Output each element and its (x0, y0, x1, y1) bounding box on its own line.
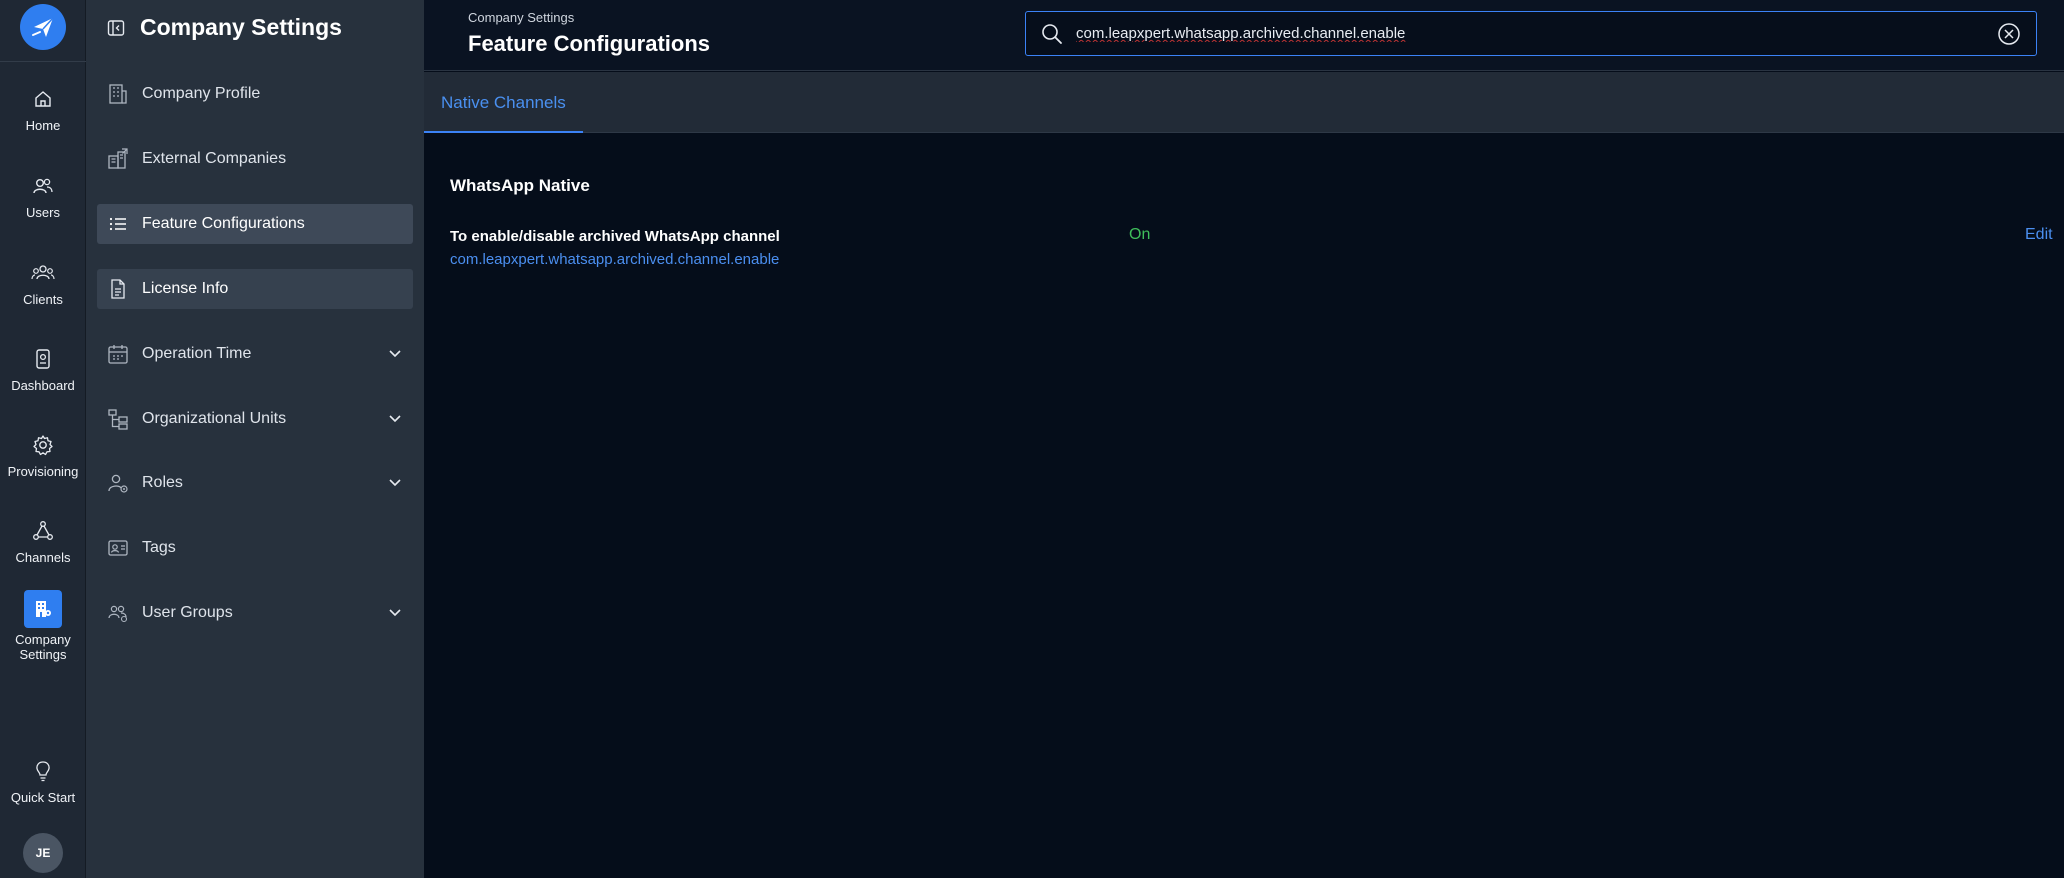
sidebar-header: Company Settings (106, 14, 342, 41)
rail-item-channels[interactable]: Channels (0, 516, 86, 586)
config-key: com.leapxpert.whatsapp.archived.channel.… (450, 251, 780, 268)
rail-item-label: Channels (15, 550, 71, 565)
sidebar-item-organizational-units[interactable]: Organizational Units (97, 399, 413, 439)
list-icon (106, 212, 130, 236)
calendar-icon (106, 342, 130, 366)
sidebar-item-license-info[interactable]: License Info (97, 269, 413, 309)
document-icon (106, 277, 130, 301)
breadcrumb[interactable]: Company Settings (468, 10, 574, 25)
user-role-icon (106, 471, 130, 495)
chevron-down-icon[interactable] (387, 411, 403, 427)
external-companies-icon (106, 147, 130, 171)
sidebar-item-label: External Companies (142, 150, 287, 167)
collapse-sidebar-icon[interactable] (106, 18, 126, 38)
sidebar-item-operation-time[interactable]: Operation Time (97, 334, 413, 374)
sidebar-item-label: License Info (142, 280, 229, 297)
tab-label: Native Channels (441, 92, 566, 112)
sidebar-item-label: Roles (142, 474, 183, 491)
rail-item-label: Dashboard (11, 378, 75, 393)
org-tree-icon (106, 407, 130, 431)
sidebar-item-label: User Groups (142, 604, 233, 621)
page-header: Company Settings Feature Configurations (424, 0, 2064, 71)
avatar[interactable]: JE (23, 833, 63, 873)
rail-item-company-settings[interactable]: Company Settings (0, 590, 86, 670)
section-title: WhatsApp Native (450, 176, 590, 195)
users-icon (28, 171, 58, 201)
sidebar-item-company-profile[interactable]: Company Profile (97, 74, 413, 114)
config-status: On (1129, 226, 1151, 243)
rail-item-label: Company Settings (15, 632, 71, 662)
search-input[interactable] (1076, 12, 1996, 55)
sidebar-title: Company Settings (140, 14, 342, 40)
search-box[interactable] (1025, 11, 2037, 56)
rail-item-label: Home (25, 118, 61, 133)
tab-native-channels[interactable]: Native Channels (424, 72, 583, 134)
sidebar-item-label: Feature Configurations (142, 215, 305, 232)
building-icon (106, 82, 130, 106)
clients-icon (28, 258, 58, 288)
tag-icon (106, 536, 130, 560)
rail-item-dashboard[interactable]: Dashboard (0, 344, 86, 414)
channels-icon (28, 516, 58, 546)
page-title: Feature Configurations (468, 31, 711, 56)
rail-item-label: Provisioning (7, 464, 79, 479)
edit-button[interactable]: Edit (2025, 226, 2053, 244)
rail-item-users[interactable]: Users (0, 171, 86, 241)
chevron-down-icon[interactable] (387, 346, 403, 362)
sidebar-item-label: Tags (142, 539, 176, 556)
sidebar-item-label: Organizational Units (142, 410, 287, 427)
tab-bar: Native Channels (424, 72, 2064, 134)
rail-divider (0, 61, 86, 62)
gear-icon (28, 430, 58, 460)
rail-item-label: Quick Start (10, 790, 76, 805)
sidebar-item-label: Company Profile (142, 85, 261, 102)
logo-icon (32, 17, 54, 37)
sidebar-item-label: Operation Time (142, 345, 252, 362)
sidebar-item-roles[interactable]: Roles (97, 463, 413, 503)
sidebar-item-user-groups[interactable]: User Groups (97, 593, 413, 633)
sidebar-item-tags[interactable]: Tags (97, 528, 413, 568)
app-logo[interactable] (20, 4, 66, 50)
rail-item-quick-start[interactable]: Quick Start (0, 756, 86, 826)
rail-item-provisioning[interactable]: Provisioning (0, 430, 86, 500)
sidebar-item-external-companies[interactable]: External Companies (97, 139, 413, 179)
rail-item-clients[interactable]: Clients (0, 258, 86, 328)
rail-item-label: Clients (23, 292, 63, 307)
clear-search-icon[interactable] (1996, 21, 2022, 47)
rail-item-home[interactable]: Home (0, 84, 86, 154)
chevron-down-icon[interactable] (387, 605, 403, 621)
user-groups-icon (106, 601, 130, 625)
rail-item-label: Users (26, 205, 60, 220)
chevron-down-icon[interactable] (387, 475, 403, 491)
sidebar-item-feature-configurations[interactable]: Feature Configurations (97, 204, 413, 244)
settings-sidebar: Company Settings Company Profile Externa… (86, 0, 424, 878)
config-description: To enable/disable archived WhatsApp chan… (450, 228, 780, 245)
app-root: Home Users Clients Dashboard Provisionin (0, 0, 2064, 878)
main-nav-rail: Home Users Clients Dashboard Provisionin (0, 0, 86, 878)
building-icon (24, 590, 62, 628)
dashboard-icon (28, 344, 58, 374)
search-icon (1038, 20, 1066, 48)
main-content: WhatsApp Native To enable/disable archiv… (424, 133, 2064, 878)
lightbulb-icon (28, 756, 58, 786)
home-icon (28, 84, 58, 114)
